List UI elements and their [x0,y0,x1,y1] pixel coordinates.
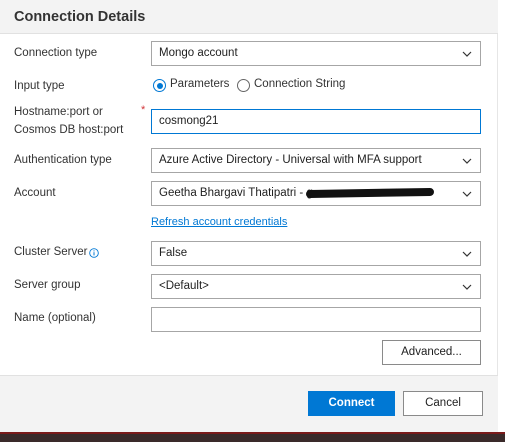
authentication-type-label: Authentication type [14,154,112,166]
chevron-down-icon [462,51,472,57]
account-label: Account [14,187,56,199]
connection-type-value: Mongo account [159,47,238,59]
connection-type-label: Connection type [14,47,98,59]
refresh-account-credentials-link[interactable]: Refresh account credentials [151,216,287,228]
connect-button[interactable]: Connect [308,391,395,416]
account-value: Geetha Bhargavi Thatipatri - g [159,187,313,199]
parameters-radio-label[interactable]: Parameters [170,78,229,90]
required-marker: * [141,104,146,116]
dialog-title: Connection Details [14,9,146,25]
chevron-down-icon [462,284,472,290]
chevron-down-icon [462,158,472,164]
name-input[interactable] [151,307,481,332]
server-group-value: <Default> [159,280,209,292]
connection-string-radio[interactable] [237,79,250,92]
advanced-button[interactable]: Advanced... [382,340,481,365]
cluster-server-select[interactable]: False [151,241,481,266]
server-group-label: Server group [14,279,81,291]
authentication-type-select[interactable]: Azure Active Directory - Universal with … [151,148,481,173]
hostname-label-line2: Cosmos DB host:port [14,124,124,136]
cluster-server-value: False [159,247,188,259]
taskbar-strip [0,432,505,442]
chevron-down-icon [462,251,472,257]
connection-details-dialog: Connection Details Connection type Mongo… [0,0,498,432]
parameters-radio[interactable] [153,79,166,92]
name-optional-label: Name (optional) [14,312,96,324]
hostname-label-line1: Hostname:port or [14,106,103,118]
connection-type-select[interactable]: Mongo account [151,41,481,66]
cluster-server-label: Cluster Server [14,246,88,258]
input-type-label: Input type [14,80,65,92]
cancel-button[interactable]: Cancel [403,391,483,416]
server-group-select[interactable]: <Default> [151,274,481,299]
taskbar-accent [0,432,505,434]
chevron-down-icon [462,191,472,197]
info-icon[interactable] [89,248,99,258]
connection-string-radio-label[interactable]: Connection String [254,78,345,90]
dialog-footer: Connect Cancel [0,375,498,432]
authentication-type-value: Azure Active Directory - Universal with … [159,154,422,166]
hostname-value: cosmong21 [159,115,219,127]
hostname-input[interactable]: cosmong21 [151,109,481,134]
dialog-header: Connection Details [0,0,498,34]
